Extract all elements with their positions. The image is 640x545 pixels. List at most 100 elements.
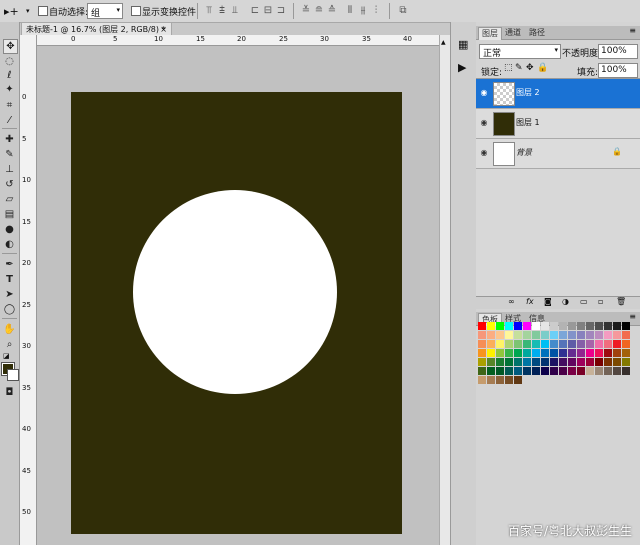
- align-vcenter-icon[interactable]: ⩲: [217, 6, 227, 16]
- color-swatch[interactable]: [613, 367, 621, 375]
- color-swatch[interactable]: [577, 322, 585, 330]
- blur-tool-icon[interactable]: ●: [3, 223, 16, 236]
- color-swatch[interactable]: [586, 367, 594, 375]
- eyedropper-tool-icon[interactable]: ⁄: [3, 114, 16, 127]
- default-colors-icon[interactable]: ◪: [3, 352, 10, 360]
- color-swatch[interactable]: [604, 322, 612, 330]
- color-swatch[interactable]: [586, 322, 594, 330]
- distribute-right-icon[interactable]: ⫶: [371, 6, 381, 16]
- type-tool-icon[interactable]: T: [3, 273, 16, 286]
- color-swatch[interactable]: [505, 331, 513, 339]
- color-swatch[interactable]: [496, 358, 504, 366]
- color-swatch[interactable]: [532, 367, 540, 375]
- white-circle-shape[interactable]: [133, 190, 337, 394]
- quick-select-tool-icon[interactable]: ✦: [3, 83, 16, 96]
- clone-stamp-tool-icon[interactable]: ⊥: [3, 163, 16, 176]
- opacity-field[interactable]: 100%: [598, 44, 638, 59]
- move-tool-icon[interactable]: ▸+: [4, 5, 19, 18]
- color-swatch[interactable]: [478, 367, 486, 375]
- color-swatch[interactable]: [559, 331, 567, 339]
- tool-preset-dropdown-icon[interactable]: ▾: [26, 7, 30, 15]
- panel-menu-icon[interactable]: ≡: [629, 26, 636, 35]
- lock-transparency-icon[interactable]: ⬚: [504, 63, 513, 73]
- color-swatch[interactable]: [487, 367, 495, 375]
- color-swatch[interactable]: [550, 358, 558, 366]
- layer-row[interactable]: ◉ 图层 1: [476, 109, 640, 139]
- color-swatch[interactable]: [604, 358, 612, 366]
- visibility-eye-icon[interactable]: ◉: [478, 147, 490, 159]
- color-swatch[interactable]: [523, 340, 531, 348]
- new-layer-icon[interactable]: ▫: [598, 297, 603, 306]
- crop-tool-icon[interactable]: ⌗: [3, 99, 16, 112]
- color-swatch[interactable]: [559, 358, 567, 366]
- color-swatch[interactable]: [604, 367, 612, 375]
- distribute-hcenter-icon[interactable]: ⫵: [358, 6, 368, 16]
- color-swatch[interactable]: [505, 358, 513, 366]
- color-swatch[interactable]: [496, 349, 504, 357]
- hand-tool-icon[interactable]: ✋: [3, 323, 16, 336]
- layer-row[interactable]: ◉ 背景 🔒: [476, 139, 640, 169]
- zoom-tool-icon[interactable]: ⌕: [3, 338, 16, 351]
- color-swatch[interactable]: [604, 349, 612, 357]
- align-left-icon[interactable]: ⊏: [250, 6, 260, 16]
- color-swatch[interactable]: [514, 349, 522, 357]
- distribute-left-icon[interactable]: ⫴: [345, 6, 355, 16]
- new-group-icon[interactable]: ▭: [580, 297, 588, 306]
- color-swatch[interactable]: [505, 367, 513, 375]
- color-swatch[interactable]: [622, 367, 630, 375]
- color-swatch[interactable]: [550, 340, 558, 348]
- blend-mode-dropdown[interactable]: 正常 ▾: [479, 44, 561, 59]
- color-swatch[interactable]: [523, 349, 531, 357]
- color-swatch[interactable]: [487, 349, 495, 357]
- color-swatch[interactable]: [478, 331, 486, 339]
- color-swatch[interactable]: [505, 322, 513, 330]
- color-swatch[interactable]: [514, 376, 522, 384]
- color-swatch[interactable]: [514, 331, 522, 339]
- color-swatch[interactable]: [568, 322, 576, 330]
- color-swatch[interactable]: [478, 376, 486, 384]
- auto-select-dropdown[interactable]: 组 ▾: [87, 3, 123, 19]
- color-swatch[interactable]: [487, 331, 495, 339]
- color-swatch[interactable]: [532, 340, 540, 348]
- lock-pixels-icon[interactable]: ✎: [515, 63, 523, 73]
- color-swatch[interactable]: [595, 322, 603, 330]
- color-swatch[interactable]: [487, 340, 495, 348]
- color-swatch[interactable]: [568, 349, 576, 357]
- tab-channels[interactable]: 通道: [502, 27, 524, 39]
- color-swatch[interactable]: [505, 376, 513, 384]
- color-swatch[interactable]: [523, 322, 531, 330]
- visibility-eye-icon[interactable]: ◉: [478, 87, 490, 99]
- color-swatch[interactable]: [622, 340, 630, 348]
- color-swatch[interactable]: [622, 322, 630, 330]
- color-swatch[interactable]: [532, 322, 540, 330]
- shape-tool-icon[interactable]: ◯: [3, 303, 16, 316]
- color-swatch[interactable]: [541, 358, 549, 366]
- color-swatch[interactable]: [541, 349, 549, 357]
- color-swatch[interactable]: [622, 358, 630, 366]
- quick-mask-icon[interactable]: ◘: [3, 386, 16, 399]
- color-swatch[interactable]: [550, 367, 558, 375]
- marquee-tool-icon[interactable]: ◌: [3, 55, 16, 68]
- color-swatch[interactable]: [505, 349, 513, 357]
- color-swatch[interactable]: [577, 349, 585, 357]
- link-layers-icon[interactable]: ∞: [508, 297, 515, 306]
- color-swatch[interactable]: [559, 322, 567, 330]
- gradient-tool-icon[interactable]: ▤: [3, 208, 16, 221]
- color-swatch[interactable]: [604, 331, 612, 339]
- color-swatch[interactable]: [586, 358, 594, 366]
- color-swatch[interactable]: [532, 358, 540, 366]
- color-swatch[interactable]: [487, 322, 495, 330]
- adjustment-layer-icon[interactable]: ◑: [562, 297, 569, 306]
- add-mask-icon[interactable]: ◙: [544, 297, 552, 306]
- scroll-up-icon[interactable]: ▲: [441, 39, 446, 46]
- color-swatch[interactable]: [586, 331, 594, 339]
- history-panel-icon[interactable]: ▦: [458, 38, 468, 51]
- swatches-grid[interactable]: [478, 322, 630, 384]
- color-swatch[interactable]: [568, 340, 576, 348]
- color-swatch[interactable]: [604, 340, 612, 348]
- color-swatch[interactable]: [514, 322, 522, 330]
- distribute-vcenter-icon[interactable]: ≘: [314, 6, 324, 16]
- visibility-eye-icon[interactable]: ◉: [478, 117, 490, 129]
- brush-tool-icon[interactable]: ✎: [3, 148, 16, 161]
- color-swatch[interactable]: [523, 367, 531, 375]
